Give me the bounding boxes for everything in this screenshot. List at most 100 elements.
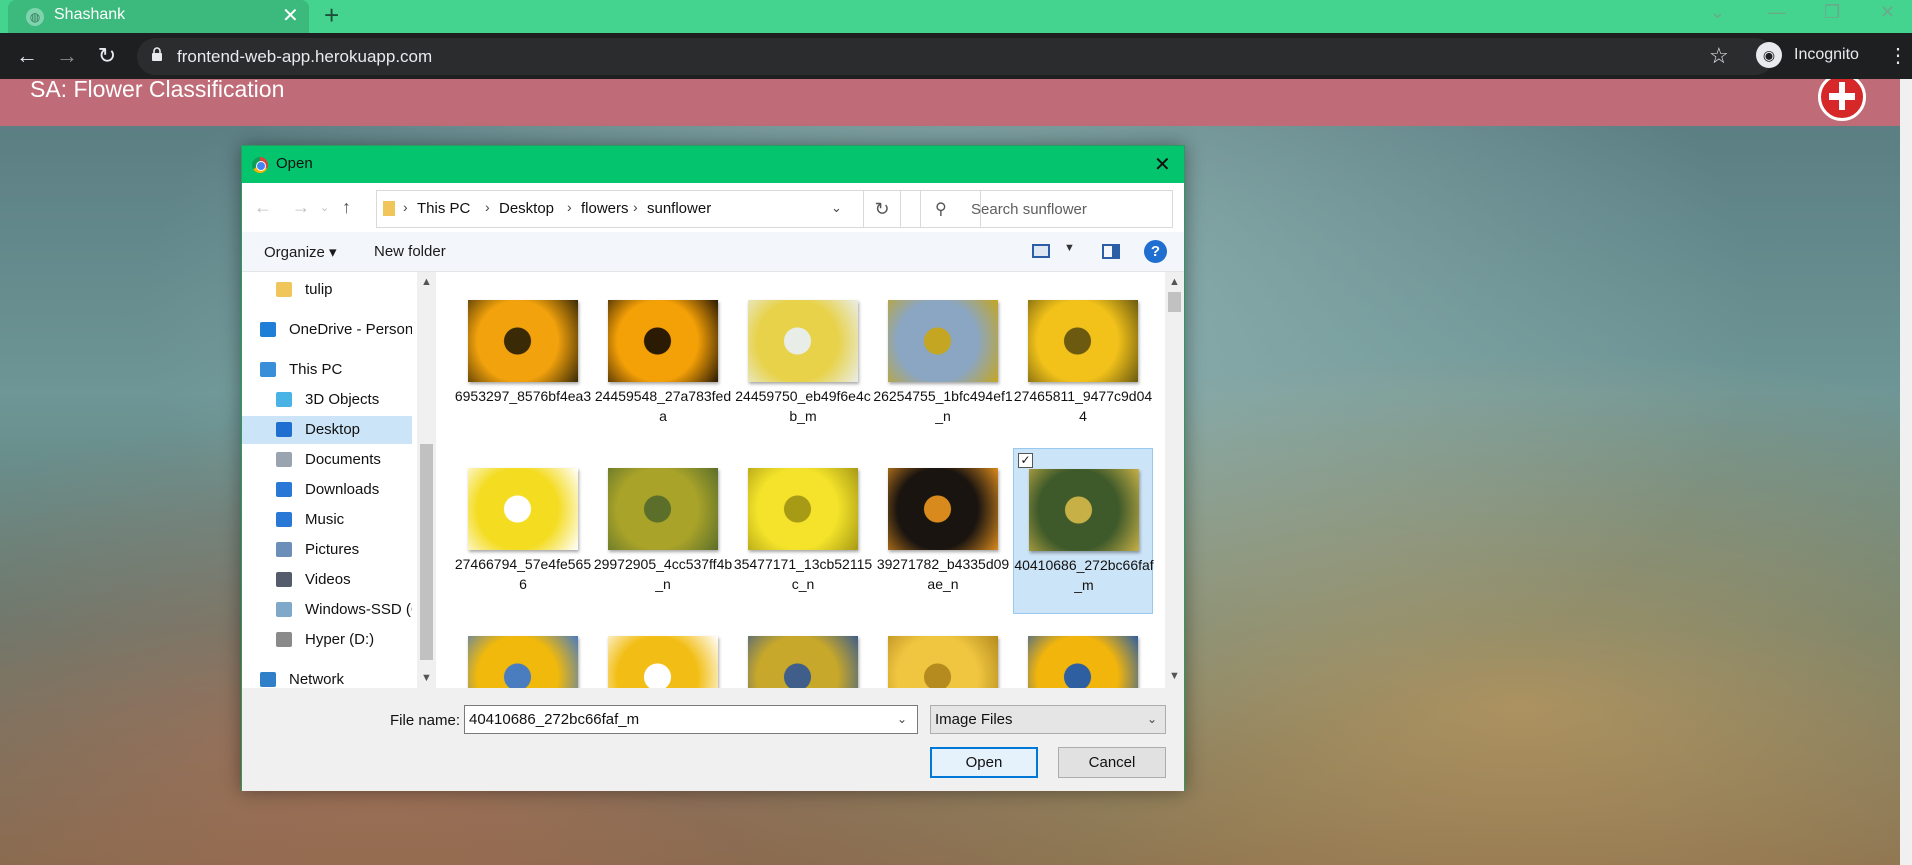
file-tile[interactable] <box>873 616 1013 688</box>
file-tile[interactable] <box>1013 616 1153 688</box>
cancel-button[interactable]: Cancel <box>1058 747 1166 778</box>
grid-scroll-thumb[interactable] <box>1168 292 1181 312</box>
file-tile[interactable]: 24459750_eb49f6e4cb_m <box>733 280 873 446</box>
nav-item-label: tulip <box>305 281 333 298</box>
chevron-right-icon: › <box>633 199 638 215</box>
nav-item-videos[interactable]: Videos <box>242 566 412 594</box>
onedrive-icon <box>260 322 276 337</box>
breadcrumb-flowers[interactable]: flowers <box>581 200 629 217</box>
nav-item-desktop[interactable]: Desktop <box>242 416 412 444</box>
avatar[interactable] <box>1818 79 1866 121</box>
nav-scroll-thumb[interactable] <box>420 444 433 660</box>
nav-item-hyper-d[interactable]: Hyper (D:) <box>242 626 412 654</box>
scroll-up-icon[interactable]: ▲ <box>421 276 432 288</box>
image-thumbnail <box>468 300 578 382</box>
grid-scrollbar[interactable]: ▲ ▼ <box>1165 272 1184 688</box>
view-dropdown-icon[interactable]: ▼ <box>1064 242 1075 254</box>
image-thumbnail <box>608 636 718 688</box>
scroll-up-icon[interactable]: ▲ <box>1169 276 1180 288</box>
view-options-icon[interactable] <box>1032 244 1050 258</box>
scroll-down-icon[interactable]: ▼ <box>421 672 432 684</box>
nav-item-label: Pictures <box>305 541 360 558</box>
scroll-down-icon[interactable]: ▼ <box>1169 670 1180 682</box>
window-close-icon[interactable]: ✕ <box>1880 2 1895 23</box>
image-thumbnail <box>1028 300 1138 382</box>
dialog-close-icon[interactable]: ✕ <box>1154 152 1171 177</box>
file-type-select[interactable]: Image Files ⌄ <box>930 705 1166 734</box>
nav-item-pictures[interactable]: Pictures <box>242 536 412 564</box>
file-name: 39271782_b4335d09ae_n <box>876 556 1010 592</box>
back-icon[interactable]: ← <box>12 41 42 71</box>
file-tile[interactable]: 27466794_57e4fe5656 <box>453 448 593 614</box>
page-scrollbar[interactable] <box>1900 79 1912 865</box>
chevron-down-icon[interactable]: ⌄ <box>831 200 842 216</box>
preview-pane-icon[interactable] <box>1102 244 1120 259</box>
file-tile[interactable] <box>453 616 593 688</box>
breadcrumb-sunflower[interactable]: sunflower <box>647 200 711 217</box>
file-tile[interactable]: 6953297_8576bf4ea3 <box>453 280 593 446</box>
file-tile[interactable] <box>733 616 873 688</box>
minimize-icon[interactable]: — <box>1768 2 1786 23</box>
nav-item-onedrive-person[interactable]: OneDrive - Person <box>242 316 412 344</box>
new-tab-button[interactable]: + <box>324 0 339 31</box>
search-input[interactable]: ⚲ Search sunflower <box>920 190 1173 228</box>
nav-item-downloads[interactable]: Downloads <box>242 476 412 504</box>
tab-title: Shashank <box>54 6 126 23</box>
file-tile[interactable]: 24459548_27a783feda <box>593 280 733 446</box>
file-tile[interactable]: 29972905_4cc537ff4b_n <box>593 448 733 614</box>
nav-item-label: Windows-SSD (C <box>305 601 412 618</box>
up-folder-icon[interactable]: ↑ <box>342 197 351 218</box>
file-tile[interactable]: 26254755_1bfc494ef1_n <box>873 280 1013 446</box>
file-tile[interactable] <box>593 616 733 688</box>
open-button[interactable]: Open <box>930 747 1038 778</box>
file-name: 26254755_1bfc494ef1_n <box>873 388 1013 424</box>
file-tile[interactable]: 35477171_13cb52115c_n <box>733 448 873 614</box>
file-tile[interactable]: 39271782_b4335d09ae_n <box>873 448 1013 614</box>
dialog-title: Open <box>276 155 313 172</box>
refresh-icon[interactable]: ↻ <box>863 190 901 228</box>
maximize-icon[interactable]: ❐ <box>1824 2 1840 23</box>
browser-titlebar: ◍ Shashank ✕ + ⌄ — ❐ ✕ <box>0 0 1912 33</box>
file-name: 35477171_13cb52115c_n <box>733 556 873 592</box>
file-tile[interactable]: ✓ 40410686_272bc66faf_m <box>1013 448 1154 614</box>
computer-icon <box>260 362 276 377</box>
nav-item-label: Desktop <box>305 421 361 438</box>
nav-item-windows-ssd-c[interactable]: Windows-SSD (C <box>242 596 412 624</box>
recent-locations-icon[interactable]: ⌄ <box>320 201 329 214</box>
nav-item-label: Documents <box>305 451 381 468</box>
image-thumbnail <box>888 300 998 382</box>
lock-icon <box>152 47 162 61</box>
bookmark-star-icon[interactable]: ☆ <box>1709 43 1729 69</box>
forward-icon[interactable]: → <box>52 41 82 71</box>
tab-search-icon[interactable]: ⌄ <box>1710 2 1725 23</box>
nav-item-3d-objects[interactable]: 3D Objects <box>242 386 412 414</box>
breadcrumb-this-pc[interactable]: This PC <box>417 200 470 217</box>
file-name-value: 40410686_272bc66faf_m <box>469 711 640 728</box>
nav-item-network[interactable]: Network <box>242 666 412 688</box>
file-tile[interactable]: 27465811_9477c9d044 <box>1013 280 1153 446</box>
image-thumbnail <box>748 636 858 688</box>
organize-button[interactable]: Organize ▾ <box>264 243 337 261</box>
drive-icon <box>276 602 292 617</box>
nav-item-documents[interactable]: Documents <box>242 446 412 474</box>
page-header: SA: Flower Classification <box>0 79 1900 126</box>
new-folder-button[interactable]: New folder <box>374 243 446 260</box>
breadcrumb-desktop[interactable]: Desktop <box>499 200 554 217</box>
reload-icon[interactable]: ↻ <box>92 41 122 71</box>
address-bar[interactable]: frontend-web-app.herokuapp.com ☆ <box>137 38 1774 75</box>
help-icon[interactable]: ? <box>1144 240 1167 263</box>
file-name-field[interactable]: 40410686_272bc66faf_m ⌄ <box>464 705 918 734</box>
back-icon[interactable]: ← <box>254 197 272 218</box>
tab-close-icon[interactable]: ✕ <box>282 3 299 28</box>
chevron-down-icon[interactable]: ⌄ <box>897 712 907 726</box>
menu-icon[interactable]: ⋮ <box>1888 43 1908 68</box>
nav-item-tulip[interactable]: tulip <box>242 276 412 304</box>
browser-tab[interactable]: ◍ Shashank ✕ <box>8 0 309 33</box>
forward-icon[interactable]: → <box>292 197 310 218</box>
videos-icon <box>276 572 292 587</box>
nav-item-music[interactable]: Music <box>242 506 412 534</box>
nav-item-this-pc[interactable]: This PC <box>242 356 412 384</box>
nav-scrollbar[interactable]: ▲ ▼ <box>417 272 435 688</box>
nav-item-label: Hyper (D:) <box>305 631 375 648</box>
checkbox-icon[interactable]: ✓ <box>1018 453 1033 468</box>
